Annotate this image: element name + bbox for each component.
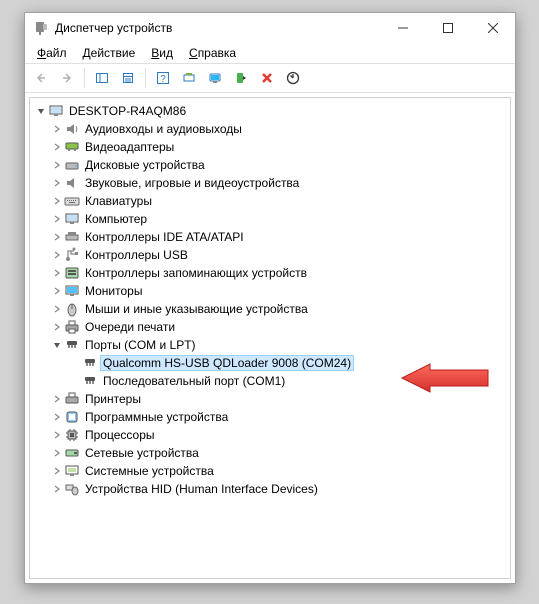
software-device-icon [64, 409, 80, 425]
tree-node-ide[interactable]: Контроллеры IDE ATA/ATAPI [32, 228, 510, 246]
chevron-right-icon[interactable] [50, 320, 64, 334]
ports-icon [64, 337, 80, 353]
cpu-icon [64, 427, 80, 443]
toolbar-separator [145, 68, 146, 88]
toolbar-separator [84, 68, 85, 88]
system-device-icon [64, 463, 80, 479]
chevron-right-icon[interactable] [50, 284, 64, 298]
device-tree[interactable]: DESKTOP-R4AQM86 Аудиовходы и аудиовыходы… [29, 97, 511, 579]
tree-node-ports[interactable]: Порты (COM и LPT) [32, 336, 510, 354]
tree-node-storage[interactable]: Контроллеры запоминающих устройств [32, 264, 510, 282]
chevron-right-icon[interactable] [50, 122, 64, 136]
tree-node-hid[interactable]: Устройства HID (Human Interface Devices) [32, 480, 510, 498]
network-adapter-icon [64, 445, 80, 461]
tree-node-disks[interactable]: Дисковые устройства [32, 156, 510, 174]
app-icon [33, 20, 49, 36]
disable-device-button[interactable] [281, 66, 305, 90]
chevron-right-icon[interactable] [50, 446, 64, 460]
tree-node-system[interactable]: Системные устройства [32, 462, 510, 480]
sound-icon [64, 175, 80, 191]
tree-node-printqueue[interactable]: Очереди печати [32, 318, 510, 336]
chevron-right-icon[interactable] [50, 248, 64, 262]
computer-icon [64, 211, 80, 227]
display-adapter-icon [64, 139, 80, 155]
uninstall-device-button[interactable] [255, 66, 279, 90]
help-button[interactable]: ? [151, 66, 175, 90]
chevron-right-icon[interactable] [50, 464, 64, 478]
tree-node-video[interactable]: Видеоадаптеры [32, 138, 510, 156]
printer-icon [64, 391, 80, 407]
minimize-button[interactable] [380, 13, 425, 43]
com-port-icon [82, 355, 98, 371]
menu-help[interactable]: Справка [183, 45, 242, 61]
tree-node-computer[interactable]: Компьютер [32, 210, 510, 228]
tree-node-mice[interactable]: Мыши и иные указывающие устройства [32, 300, 510, 318]
chevron-down-icon[interactable] [50, 338, 64, 352]
storage-controller-icon [64, 265, 80, 281]
chevron-right-icon[interactable] [50, 482, 64, 496]
toolbar: ? [25, 63, 515, 93]
chevron-right-icon[interactable] [50, 176, 64, 190]
close-button[interactable] [470, 13, 515, 43]
tree-root[interactable]: DESKTOP-R4AQM86 [32, 102, 510, 120]
tree-node-monitors[interactable]: Мониторы [32, 282, 510, 300]
chevron-right-icon[interactable] [50, 410, 64, 424]
tree-root-label: DESKTOP-R4AQM86 [67, 104, 188, 118]
hid-icon [64, 481, 80, 497]
selected-device-label: Qualcomm HS-USB QDLoader 9008 (COM24) [100, 355, 354, 371]
tree-node-network[interactable]: Сетевые устройства [32, 444, 510, 462]
tree-node-audio[interactable]: Аудиовходы и аудиовыходы [32, 120, 510, 138]
usb-icon [64, 247, 80, 263]
maximize-button[interactable] [425, 13, 470, 43]
chevron-right-icon[interactable] [50, 158, 64, 172]
tree-node-keyboards[interactable]: Клавиатуры [32, 192, 510, 210]
print-queue-icon [64, 319, 80, 335]
keyboard-icon [64, 193, 80, 209]
menu-view[interactable]: Вид [145, 45, 179, 61]
device-manager-window: Диспетчер устройств Файл Действие Вид Сп… [24, 12, 516, 584]
show-hide-tree-button[interactable] [90, 66, 114, 90]
titlebar: Диспетчер устройств [25, 13, 515, 43]
chevron-right-icon[interactable] [50, 392, 64, 406]
update-driver-button[interactable] [203, 66, 227, 90]
properties-button[interactable] [116, 66, 140, 90]
tree-node-cpus[interactable]: Процессоры [32, 426, 510, 444]
com-port-icon [82, 373, 98, 389]
tree-node-port-com1[interactable]: Последовательный порт (COM1) [32, 372, 510, 390]
menu-file[interactable]: Файл [31, 45, 73, 61]
tree-node-usbctrl[interactable]: Контроллеры USB [32, 246, 510, 264]
monitor-icon [64, 283, 80, 299]
ide-controller-icon [64, 229, 80, 245]
menubar: Файл Действие Вид Справка [25, 43, 515, 63]
chevron-right-icon[interactable] [50, 266, 64, 280]
svg-text:?: ? [160, 74, 166, 85]
nav-back-button[interactable] [29, 66, 53, 90]
chevron-right-icon[interactable] [50, 140, 64, 154]
disk-drive-icon [64, 157, 80, 173]
chevron-right-icon[interactable] [50, 302, 64, 316]
menu-action[interactable]: Действие [77, 45, 142, 61]
chevron-down-icon[interactable] [34, 104, 48, 118]
enable-device-button[interactable] [229, 66, 253, 90]
chevron-right-icon[interactable] [50, 230, 64, 244]
window-title: Диспетчер устройств [55, 21, 380, 35]
chevron-right-icon[interactable] [50, 428, 64, 442]
chevron-right-icon[interactable] [50, 212, 64, 226]
mouse-icon [64, 301, 80, 317]
scan-hardware-button[interactable] [177, 66, 201, 90]
tree-node-printers[interactable]: Принтеры [32, 390, 510, 408]
chevron-right-icon[interactable] [50, 194, 64, 208]
nav-forward-button[interactable] [55, 66, 79, 90]
tree-node-soundgame[interactable]: Звуковые, игровые и видеоустройства [32, 174, 510, 192]
window-controls [380, 13, 515, 43]
computer-icon [48, 103, 64, 119]
tree-node-port-qualcomm[interactable]: Qualcomm HS-USB QDLoader 9008 (COM24) [32, 354, 510, 372]
audio-icon [64, 121, 80, 137]
tree-node-software[interactable]: Программные устройства [32, 408, 510, 426]
